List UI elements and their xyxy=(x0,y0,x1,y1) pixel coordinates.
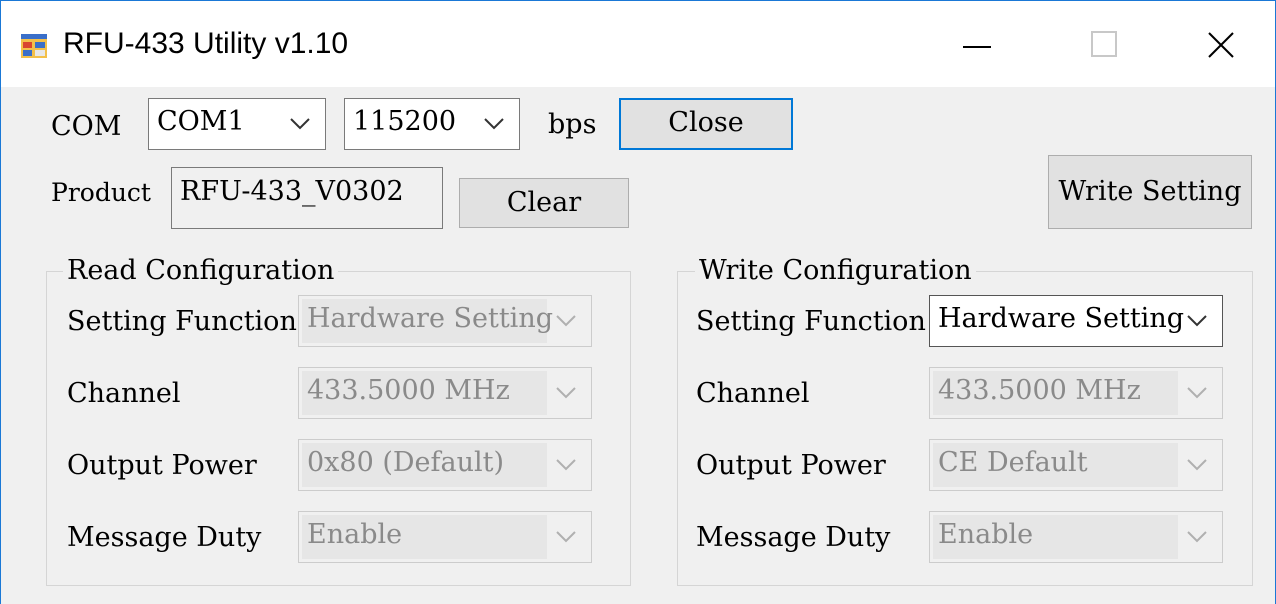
close-icon xyxy=(1208,32,1234,58)
write-message-duty-select: Enable xyxy=(929,511,1223,563)
chevron-down-icon xyxy=(556,531,576,543)
write-message-duty-label: Message Duty xyxy=(696,522,891,553)
chevron-down-icon xyxy=(1187,459,1207,471)
chevron-down-icon xyxy=(1187,315,1207,327)
com-port-select[interactable]: COM1 xyxy=(148,98,326,150)
write-message-duty-value: Enable xyxy=(938,519,1034,550)
product-field[interactable]: RFU-433_V0302 xyxy=(171,167,443,229)
read-channel-label: Channel xyxy=(67,378,181,409)
read-setting-function-value: Hardware Setting xyxy=(307,303,553,334)
write-output-power-value: CE Default xyxy=(938,447,1088,478)
title-bar[interactable]: RFU-433 Utility v1.10 xyxy=(1,1,1275,87)
app-window: RFU-433 Utility v1.10 COM COM1 115200 bp… xyxy=(0,0,1276,604)
read-message-duty-value: Enable xyxy=(307,519,403,550)
write-setting-function-value: Hardware Setting xyxy=(938,303,1184,334)
read-setting-function-label: Setting Function xyxy=(67,306,297,337)
write-channel-select: 433.5000 MHz xyxy=(929,367,1223,419)
read-channel-value: 433.5000 MHz xyxy=(307,375,510,406)
read-channel-select: 433.5000 MHz xyxy=(298,367,592,419)
chevron-down-icon xyxy=(484,118,504,130)
bps-label: bps xyxy=(548,109,597,140)
write-setting-function-select[interactable]: Hardware Setting xyxy=(929,295,1223,347)
read-output-power-value: 0x80 (Default) xyxy=(307,447,505,478)
read-output-power-select: 0x80 (Default) xyxy=(298,439,592,491)
maximize-icon xyxy=(1091,31,1117,57)
maximize-button[interactable] xyxy=(1065,15,1145,75)
chevron-down-icon xyxy=(556,387,576,399)
write-configuration-title: Write Configuration xyxy=(695,255,976,286)
write-channel-label: Channel xyxy=(696,378,810,409)
app-icon xyxy=(21,34,47,58)
write-setting-button[interactable]: Write Setting xyxy=(1048,155,1252,229)
read-message-duty-select: Enable xyxy=(298,511,592,563)
window-title: RFU-433 Utility v1.10 xyxy=(63,27,349,60)
close-port-button[interactable]: Close xyxy=(619,98,793,150)
chevron-down-icon xyxy=(1187,387,1207,399)
close-window-button[interactable] xyxy=(1181,15,1261,75)
write-channel-value: 433.5000 MHz xyxy=(938,375,1141,406)
chevron-down-icon xyxy=(1187,531,1207,543)
product-label: Product xyxy=(51,178,151,207)
chevron-down-icon xyxy=(556,315,576,327)
clear-button[interactable]: Clear xyxy=(459,178,629,228)
minimize-icon xyxy=(963,46,991,48)
com-port-value: COM1 xyxy=(157,106,245,137)
product-value: RFU-433_V0302 xyxy=(180,176,404,207)
chevron-down-icon xyxy=(290,118,310,130)
baud-rate-value: 115200 xyxy=(353,106,457,137)
write-output-power-label: Output Power xyxy=(696,450,886,481)
read-message-duty-label: Message Duty xyxy=(67,522,262,553)
baud-rate-select[interactable]: 115200 xyxy=(344,98,520,150)
read-setting-function-select: Hardware Setting xyxy=(298,295,592,347)
write-output-power-select: CE Default xyxy=(929,439,1223,491)
minimize-button[interactable] xyxy=(937,15,1017,75)
com-label: COM xyxy=(51,111,122,142)
chevron-down-icon xyxy=(556,459,576,471)
write-setting-function-label: Setting Function xyxy=(696,306,926,337)
read-output-power-label: Output Power xyxy=(67,450,257,481)
read-configuration-title: Read Configuration xyxy=(63,255,339,286)
